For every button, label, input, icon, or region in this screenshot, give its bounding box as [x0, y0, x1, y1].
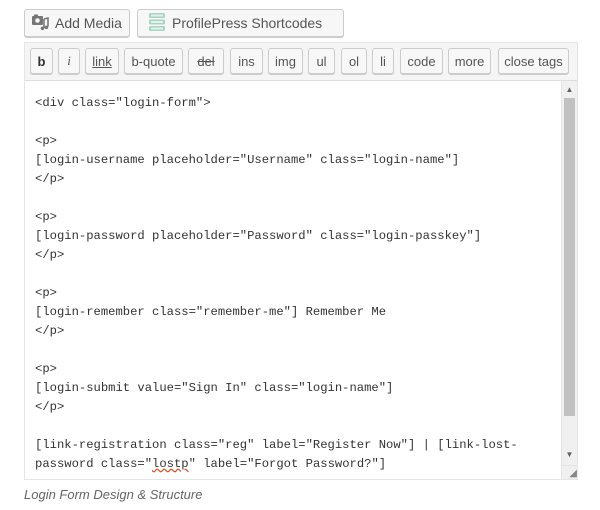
- profilepress-logo-icon: [148, 12, 166, 35]
- italic-button[interactable]: i: [58, 48, 80, 74]
- img-button[interactable]: img: [268, 48, 303, 74]
- code-line: </p>: [35, 324, 65, 338]
- scroll-up-arrow-icon[interactable]: ▲: [562, 81, 577, 97]
- code-button[interactable]: code: [400, 48, 443, 74]
- vertical-scrollbar[interactable]: ▲ ▼: [561, 81, 577, 479]
- link-button[interactable]: link: [85, 48, 119, 74]
- more-button[interactable]: more: [448, 48, 491, 74]
- profilepress-shortcodes-button[interactable]: ProfilePress Shortcodes: [137, 9, 344, 37]
- del-button[interactable]: del: [188, 48, 224, 74]
- code-line: [login-password placeholder="Password" c…: [35, 229, 482, 243]
- code-line: </p>: [35, 400, 65, 414]
- code-line: <p>: [35, 362, 57, 376]
- add-media-label: Add Media: [55, 15, 122, 31]
- code-line: <div class="login-form">: [35, 96, 211, 110]
- code-line: <p>: [35, 286, 57, 300]
- blockquote-button[interactable]: b-quote: [124, 48, 183, 74]
- scroll-down-arrow-icon[interactable]: ▼: [562, 446, 577, 462]
- ins-button[interactable]: ins: [230, 48, 263, 74]
- code-line: [login-submit value="Sign In" class="log…: [35, 381, 394, 395]
- media-camera-music-icon: [31, 13, 49, 34]
- code-line-tail: " label="Forgot Password?"]: [188, 457, 387, 471]
- scroll-thumb[interactable]: [564, 98, 575, 416]
- ol-button[interactable]: ol: [341, 48, 367, 74]
- code-line: </p>: [35, 172, 65, 186]
- code-textarea[interactable]: <div class="login-form"> <p> [login-user…: [25, 81, 562, 479]
- code-line: password class=": [35, 457, 153, 471]
- figure-caption: Login Form Design & Structure: [24, 487, 203, 502]
- resize-handle-icon[interactable]: ◢: [561, 465, 577, 479]
- ul-button[interactable]: ul: [308, 48, 335, 74]
- text-editor: b i link b-quote del ins img ul ol li co…: [24, 42, 578, 480]
- code-line: <p>: [35, 210, 57, 224]
- close-tags-button[interactable]: close tags: [498, 48, 569, 74]
- code-line: [login-username placeholder="Username" c…: [35, 153, 460, 167]
- bold-button[interactable]: b: [30, 48, 53, 74]
- code-line: [link-registration class="reg" label="Re…: [35, 438, 518, 452]
- li-button[interactable]: li: [372, 48, 394, 74]
- quicktags-toolbar: b i link b-quote del ins img ul ol li co…: [25, 43, 577, 81]
- profilepress-shortcodes-label: ProfilePress Shortcodes: [172, 15, 323, 31]
- code-line: </p>: [35, 248, 65, 262]
- misspelled-word: lostp: [152, 457, 189, 471]
- code-line: [login-remember class="remember-me"] Rem…: [35, 305, 387, 319]
- code-line: <p>: [35, 134, 57, 148]
- code-content: <div class="login-form"> <p> [login-user…: [25, 81, 562, 474]
- add-media-button[interactable]: Add Media: [24, 9, 130, 37]
